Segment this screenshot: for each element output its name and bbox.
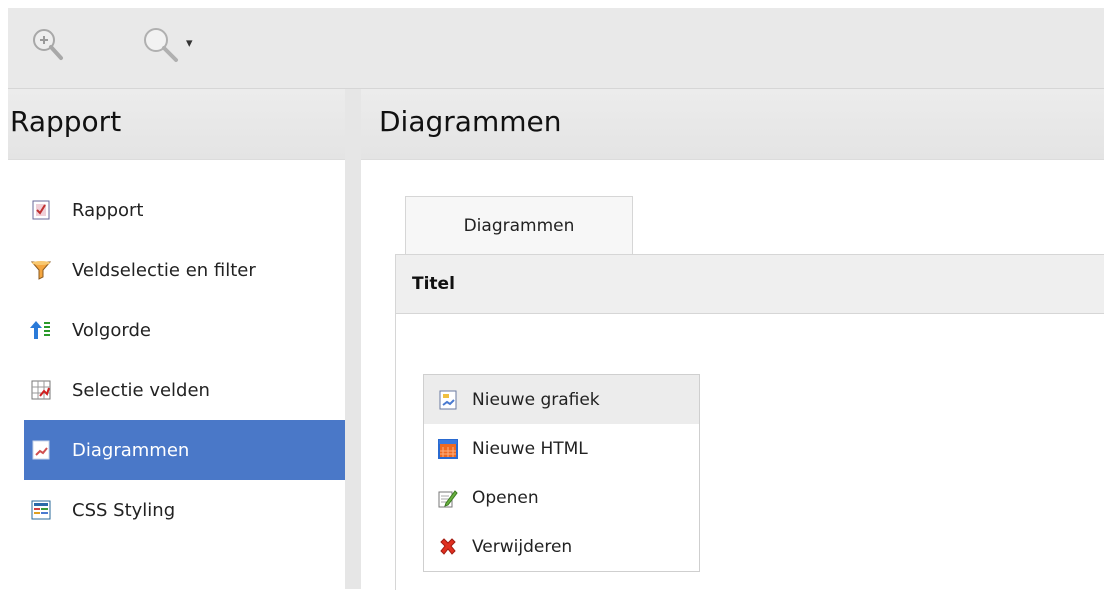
sidebar-item-volgorde[interactable]: Volgorde: [24, 300, 345, 360]
search-dropdown-button[interactable]: ▾: [138, 25, 228, 65]
new-html-icon: [438, 438, 458, 459]
sidebar-item-rapport[interactable]: Rapport: [24, 180, 345, 240]
menu-item-verwijderen[interactable]: Verwijderen: [424, 522, 699, 571]
column-header-titel[interactable]: Titel: [396, 255, 1104, 314]
right-panel-header: Diagrammen: [361, 89, 1104, 160]
page-title: Diagrammen: [379, 105, 562, 138]
menu-item-label: Nieuwe HTML: [472, 438, 588, 459]
chart-icon: [30, 439, 52, 461]
diagrams-panel: Titel Nieuwe grafiek Nieuwe HTML Openen …: [395, 254, 1104, 590]
sidebar-item-label: Diagrammen: [72, 439, 190, 461]
zoom-in-button[interactable]: [28, 25, 72, 65]
sort-order-icon: [30, 319, 52, 341]
sidebar-item-label: Volgorde: [72, 319, 151, 341]
context-menu: Nieuwe grafiek Nieuwe HTML Openen Verwij…: [423, 374, 700, 572]
menu-item-nieuwe-html[interactable]: Nieuwe HTML: [424, 424, 699, 473]
tab-diagrammen[interactable]: Diagrammen: [405, 196, 633, 255]
menu-item-nieuwe-grafiek[interactable]: Nieuwe grafiek: [424, 375, 699, 424]
left-panel-title: Rapport: [10, 105, 122, 138]
sidebar-nav: Rapport Veldselectie en filter Volgorde …: [24, 180, 345, 540]
sidebar-item-css-styling[interactable]: CSS Styling: [24, 480, 345, 540]
sidebar-item-selectie-velden[interactable]: Selectie velden: [24, 360, 345, 420]
left-panel-header: Rapport: [8, 89, 345, 160]
new-chart-icon: [438, 390, 458, 410]
zoom-in-icon: [33, 29, 63, 60]
chevron-down-icon[interactable]: ▾: [186, 36, 193, 51]
menu-item-label: Openen: [472, 487, 539, 508]
sidebar-item-label: Rapport: [72, 199, 144, 221]
toolbar: ▾: [8, 8, 1104, 89]
sidebar-item-label: CSS Styling: [72, 499, 176, 521]
open-edit-icon: [438, 488, 458, 508]
sidebar-item-label: Selectie velden: [72, 379, 210, 401]
report-icon: [30, 199, 52, 221]
tab-label: Diagrammen: [463, 216, 575, 236]
filter-icon: [30, 259, 52, 281]
panel-splitter[interactable]: [345, 89, 361, 589]
menu-item-label: Verwijderen: [472, 536, 573, 557]
css-styling-icon: [30, 499, 52, 521]
sidebar-item-diagrammen[interactable]: Diagrammen: [24, 420, 345, 480]
delete-icon: [438, 537, 458, 557]
column-header-label: Titel: [412, 274, 455, 294]
sidebar-item-label: Veldselectie en filter: [72, 259, 256, 281]
sidebar-item-veldselectie[interactable]: Veldselectie en filter: [24, 240, 345, 300]
search-icon: [144, 28, 178, 62]
menu-item-openen[interactable]: Openen: [424, 473, 699, 522]
menu-item-label: Nieuwe grafiek: [472, 389, 600, 410]
field-selection-icon: [30, 379, 52, 401]
